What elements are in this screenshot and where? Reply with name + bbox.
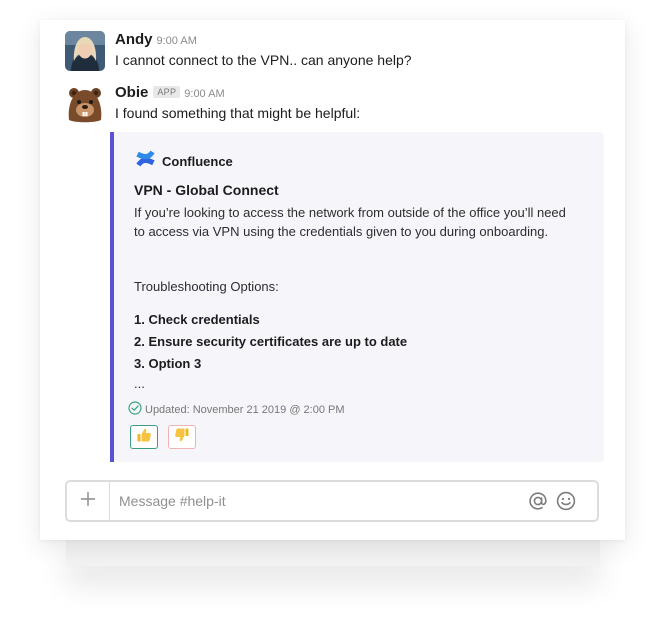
attachment-source[interactable]: Confluence bbox=[134, 147, 233, 175]
smile-icon[interactable] bbox=[555, 490, 577, 517]
message-input[interactable] bbox=[119, 491, 499, 511]
chat-panel: Andy 9:00 AM I cannot connect to the VPN… bbox=[40, 20, 625, 540]
updated-status: Updated: November 21 2019 @ 2:00 PM bbox=[128, 401, 345, 418]
updated-text: Updated: November 21 2019 @ 2:00 PM bbox=[145, 403, 345, 416]
avatar-andy[interactable] bbox=[65, 31, 105, 71]
message-text: I cannot connect to the VPN.. can anyone… bbox=[115, 52, 412, 68]
troubleshooting-item: 3. Option 3 bbox=[134, 356, 202, 371]
message-text: I found something that might be helpful: bbox=[115, 105, 361, 121]
attachment-description: If you’re looking to access the network … bbox=[134, 205, 566, 239]
card-shadow bbox=[66, 536, 600, 566]
message-composer bbox=[65, 480, 599, 522]
thumbs-down-icon bbox=[174, 427, 190, 448]
app-badge: APP bbox=[153, 86, 181, 98]
attachment-source-name: Confluence bbox=[162, 153, 233, 169]
author-name[interactable]: Andy bbox=[115, 31, 153, 48]
message-timestamp[interactable]: 9:00 AM bbox=[184, 88, 224, 100]
author-name[interactable]: Obie bbox=[115, 84, 148, 101]
at-icon[interactable] bbox=[527, 490, 549, 517]
troubleshooting-item: 2. Ensure security certificates are up t… bbox=[134, 334, 408, 349]
plus-icon bbox=[80, 491, 96, 512]
troubleshooting-item: 1. Check credentials bbox=[134, 312, 260, 327]
attachment-title[interactable]: VPN - Global Connect bbox=[134, 182, 279, 198]
thumbs-up-icon bbox=[136, 427, 152, 448]
add-attachment-button[interactable] bbox=[67, 482, 110, 520]
thumbs-down-button[interactable] bbox=[168, 425, 196, 449]
thumbs-up-button[interactable] bbox=[130, 425, 158, 449]
attachment-ellipsis: ... bbox=[134, 376, 145, 391]
avatar-obie[interactable] bbox=[65, 84, 105, 124]
confluence-logo-icon bbox=[134, 147, 157, 175]
check-circle-icon bbox=[128, 401, 145, 418]
message-timestamp[interactable]: 9:00 AM bbox=[157, 35, 197, 47]
troubleshooting-label: Troubleshooting Options: bbox=[134, 279, 279, 294]
confluence-attachment: Confluence VPN - Global Connect If you’r… bbox=[110, 132, 604, 462]
